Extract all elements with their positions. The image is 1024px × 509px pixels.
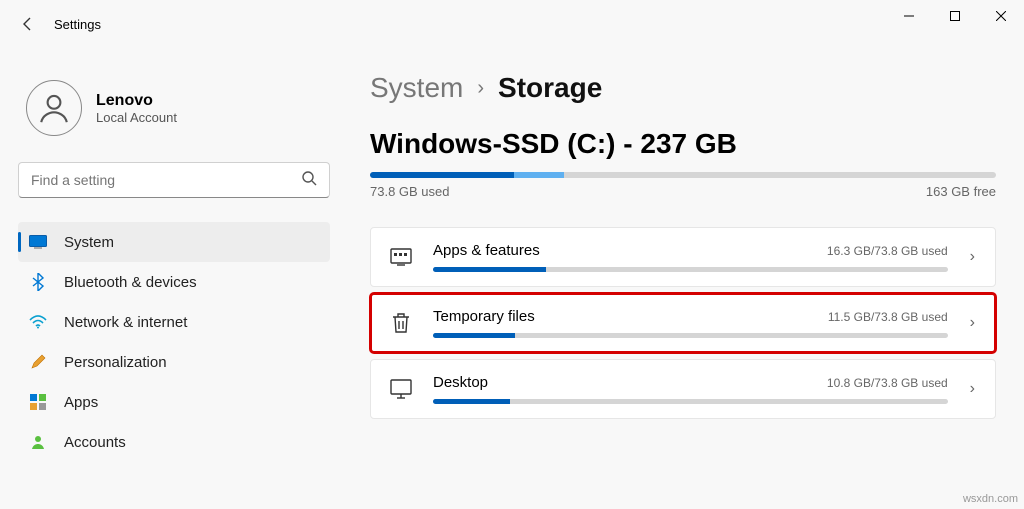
bluetooth-icon: [28, 272, 48, 292]
chevron-right-icon: ›: [477, 77, 484, 100]
sidebar-item-label: Bluetooth & devices: [64, 274, 197, 291]
storage-category-apps[interactable]: Apps & features 16.3 GB/73.8 GB used ›: [370, 227, 996, 287]
category-usage: 16.3 GB/73.8 GB used: [827, 244, 948, 258]
brush-icon: [28, 352, 48, 372]
drive-free-label: 163 GB free: [926, 184, 996, 199]
desktop-icon: [387, 378, 415, 400]
breadcrumb-root[interactable]: System: [370, 72, 463, 104]
avatar-icon: [26, 80, 82, 136]
person-icon: [28, 432, 48, 452]
profile-name: Lenovo: [96, 92, 177, 110]
back-button[interactable]: [12, 8, 44, 40]
chevron-right-icon: ›: [966, 314, 979, 332]
sidebar-item-accounts[interactable]: Accounts: [18, 422, 330, 462]
drive-bar-segment: [514, 172, 564, 178]
category-bar: [433, 399, 948, 404]
chevron-right-icon: ›: [966, 380, 979, 398]
category-usage: 11.5 GB/73.8 GB used: [828, 310, 948, 324]
sidebar-item-personalization[interactable]: Personalization: [18, 342, 330, 382]
category-title: Desktop: [433, 374, 488, 391]
minimize-button[interactable]: [886, 0, 932, 32]
chevron-right-icon: ›: [966, 248, 979, 266]
watermark: wsxdn.com: [963, 493, 1018, 505]
window-title: Settings: [54, 17, 101, 32]
sidebar-item-system[interactable]: System: [18, 222, 330, 262]
sidebar-item-apps[interactable]: Apps: [18, 382, 330, 422]
content-area: System › Storage Windows-SSD (C:) - 237 …: [340, 48, 1024, 509]
breadcrumb-current: Storage: [498, 72, 602, 104]
sidebar-item-label: Apps: [64, 394, 98, 411]
drive-used-label: 73.8 GB used: [370, 184, 450, 199]
category-title: Apps & features: [433, 242, 540, 259]
category-bar: [433, 333, 948, 338]
search-icon: [301, 170, 317, 191]
sidebar-item-label: Personalization: [64, 354, 167, 371]
category-usage: 10.8 GB/73.8 GB used: [827, 376, 948, 390]
titlebar: Settings: [0, 0, 1024, 48]
sidebar: Lenovo Local Account System Bluetooth & …: [0, 48, 340, 509]
close-button[interactable]: [978, 0, 1024, 32]
trash-icon: [387, 311, 415, 335]
sidebar-item-label: Network & internet: [64, 314, 187, 331]
wifi-icon: [28, 312, 48, 332]
profile-subtitle: Local Account: [96, 110, 177, 125]
sidebar-item-label: Accounts: [64, 434, 126, 451]
search-box[interactable]: [18, 162, 330, 198]
sidebar-item-bluetooth[interactable]: Bluetooth & devices: [18, 262, 330, 302]
display-icon: [28, 232, 48, 252]
category-title: Temporary files: [433, 308, 535, 325]
search-input[interactable]: [31, 172, 301, 188]
apps-features-icon: [387, 245, 415, 269]
sidebar-item-network[interactable]: Network & internet: [18, 302, 330, 342]
maximize-button[interactable]: [932, 0, 978, 32]
category-bar: [433, 267, 948, 272]
profile-block[interactable]: Lenovo Local Account: [18, 48, 330, 162]
storage-category-temp[interactable]: Temporary files 11.5 GB/73.8 GB used ›: [370, 293, 996, 353]
apps-icon: [28, 392, 48, 412]
drive-usage-bar: [370, 172, 996, 178]
window-controls: [886, 0, 1024, 32]
storage-category-desktop[interactable]: Desktop 10.8 GB/73.8 GB used ›: [370, 359, 996, 419]
drive-title: Windows-SSD (C:) - 237 GB: [370, 128, 996, 160]
drive-bar-segment: [370, 172, 514, 178]
sidebar-item-label: System: [64, 234, 114, 251]
breadcrumb: System › Storage: [370, 72, 996, 104]
